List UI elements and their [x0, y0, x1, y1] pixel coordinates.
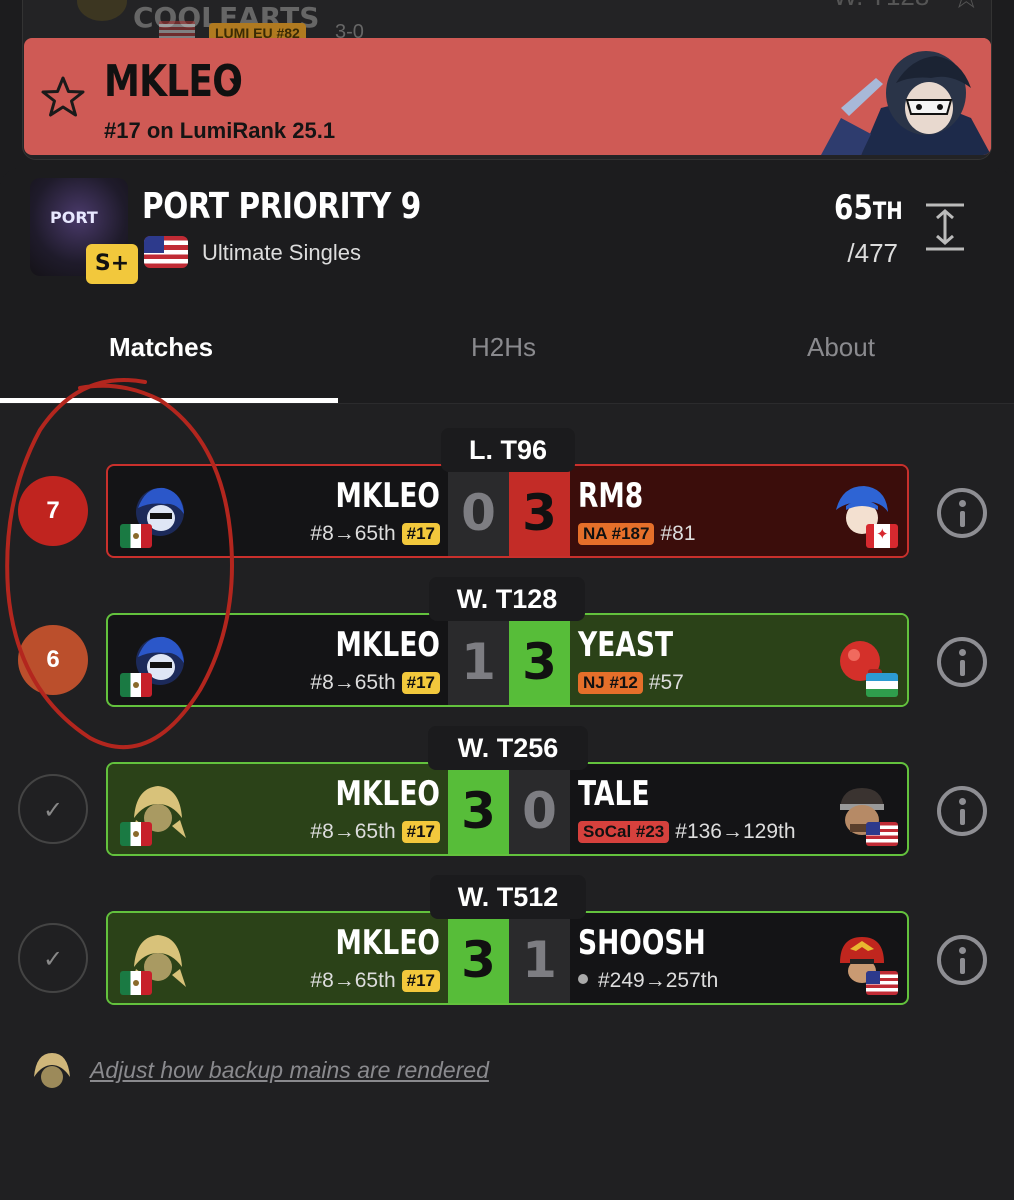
player1-score: 3 [448, 764, 509, 854]
tab-bar: Matches H2Hs About [0, 318, 1014, 404]
player2-score: 1 [509, 913, 570, 1003]
round-label: W. T512 [430, 875, 586, 919]
player2-side: TALE SoCal #23 #136→129th [570, 764, 907, 854]
tier-badge: S+ [86, 244, 138, 284]
player1-seed: #8→65th #17 [310, 522, 440, 546]
player-rank: #17 on LumiRank 25.1 [104, 118, 336, 143]
backup-mains-note: Adjust how backup mains are rendered [28, 1045, 528, 1095]
chevron-right-icon: › [228, 62, 240, 103]
player1-seed: #8→65th #17 [310, 969, 440, 993]
player1-name: MKLEO [335, 625, 440, 665]
round-label: L. T96 [441, 428, 575, 472]
unranked-dot-icon [578, 974, 588, 984]
mexico-flag-icon [120, 822, 152, 846]
match-status-badge: ✓ [18, 774, 88, 844]
player1-side: MKLEO #8→65th #17 [108, 615, 448, 705]
placing: 65TH [834, 188, 903, 228]
player2-name: SHOOSH [578, 923, 706, 963]
player2-side: YEAST NJ #12 #57 [570, 615, 907, 705]
player2-name: YEAST [578, 625, 674, 665]
us-flag-icon [866, 822, 898, 846]
backup-mains-link[interactable]: Adjust how backup mains are rendered [90, 1057, 489, 1084]
star-icon[interactable] [40, 74, 86, 120]
player1-seed: #8→65th #17 [310, 671, 440, 695]
player2-side: RM8 NA #187 #81 [570, 466, 907, 556]
player1-name: MKLEO [335, 476, 440, 516]
player1-score: 1 [448, 615, 509, 705]
player2-name: RM8 [578, 476, 644, 516]
match-card[interactable]: MKLEO #8→65th #17 0 3 RM8 NA #187 #81 [106, 464, 909, 558]
player2-name: TALE [578, 774, 650, 814]
mexico-flag-icon [120, 971, 152, 995]
match-card[interactable]: MKLEO #8→65th #17 3 0 TALE SoCal #23 #136→… [106, 762, 909, 856]
active-tab-indicator [0, 398, 338, 403]
player1-seed: #8→65th #17 [310, 820, 440, 844]
canada-flag-icon [866, 524, 898, 548]
joker-character-art [801, 38, 991, 155]
tab-h2hs[interactable]: H2Hs [471, 332, 536, 363]
info-icon[interactable] [937, 935, 987, 985]
previous-player-round: W. T128 [833, 0, 929, 12]
player2-seed: #249→257th [578, 969, 718, 993]
match-status-badge: ✓ [18, 923, 88, 993]
player2-score: 3 [509, 466, 570, 556]
match-status-badge: 6 [18, 625, 88, 695]
match-card[interactable]: MKLEO #8→65th #17 1 3 YEAST NJ #12 #57 [106, 613, 909, 707]
player-name: MKLEO [104, 56, 243, 107]
player2-seed: SoCal #23 #136→129th [578, 820, 796, 844]
mexico-flag-icon [120, 673, 152, 697]
uzbekistan-flag-icon [866, 673, 898, 697]
pyra-mythra-character-icon [34, 1053, 70, 1088]
player2-score: 0 [509, 764, 570, 854]
entrant-count: /477 [847, 238, 898, 268]
info-icon[interactable] [937, 786, 987, 836]
player2-seed: NJ #12 #57 [578, 671, 684, 695]
us-flag-icon [866, 971, 898, 995]
character-icon [77, 0, 127, 21]
us-flag-icon [144, 236, 188, 268]
mexico-flag-icon [120, 524, 152, 548]
player1-side: MKLEO #8→65th #17 [108, 913, 448, 1003]
expand-collapse-icon[interactable] [924, 202, 966, 252]
star-icon[interactable]: ☆ [951, 0, 981, 17]
player1-side: MKLEO #8→65th #17 [108, 764, 448, 854]
player2-seed: NA #187 #81 [578, 522, 696, 546]
tab-matches[interactable]: Matches [109, 332, 213, 363]
tournament-name[interactable]: PORT PRIORITY 9 [142, 186, 421, 227]
event-name: Ultimate Singles [202, 240, 361, 265]
round-label: W. T256 [428, 726, 588, 770]
player-banner[interactable]: MKLEO › #17 on LumiRank 25.1 [24, 38, 991, 155]
info-icon[interactable] [937, 637, 987, 687]
player1-name: MKLEO [335, 923, 440, 963]
tab-about[interactable]: About [807, 332, 875, 363]
app-screen: COOLEARTS LUMI EU #82 3-0 W. T128 ☆ MKLE… [0, 0, 1014, 1200]
match-status-badge: 7 [18, 476, 88, 546]
player1-side: MKLEO #8→65th #17 [108, 466, 448, 556]
info-icon[interactable] [937, 488, 987, 538]
player2-score: 3 [509, 615, 570, 705]
round-label: W. T128 [429, 577, 585, 621]
player1-name: MKLEO [335, 774, 440, 814]
player1-score: 3 [448, 913, 509, 1003]
player2-side: SHOOSH #249→257th [570, 913, 907, 1003]
match-card[interactable]: MKLEO #8→65th #17 3 1 SHOOSH #249→257th [106, 911, 909, 1005]
player1-score: 0 [448, 466, 509, 556]
